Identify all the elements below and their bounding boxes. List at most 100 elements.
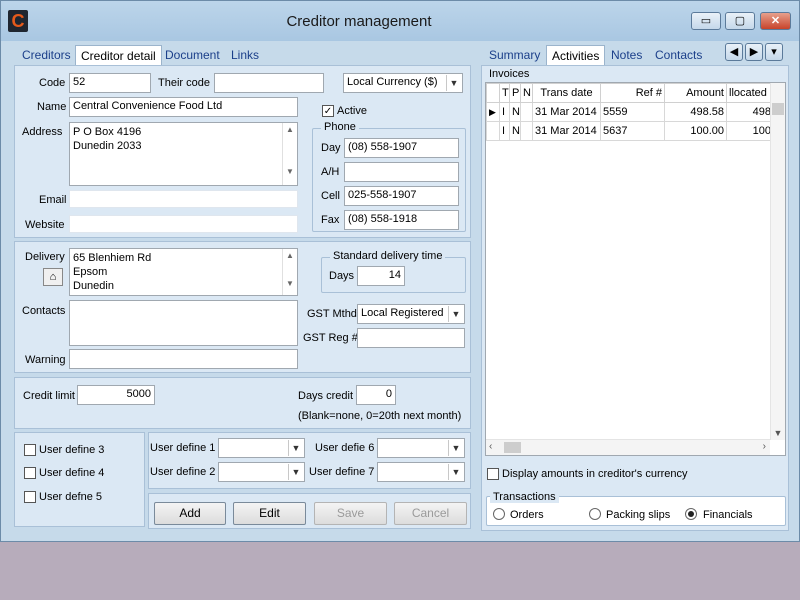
column-header[interactable]: Amount bbox=[664, 83, 727, 103]
vertical-scrollbar[interactable]: ▼ bbox=[770, 83, 785, 440]
orders-radio[interactable] bbox=[493, 508, 505, 520]
user-define-7-select[interactable]: ▼ bbox=[377, 462, 465, 482]
active-label: Active bbox=[337, 105, 367, 117]
table-row[interactable]: ▶ I N 31 Mar 2014 5559 498.58 498 bbox=[486, 102, 774, 122]
tab-contacts[interactable]: Contacts bbox=[650, 45, 707, 65]
active-checkbox[interactable]: ✓ bbox=[322, 105, 334, 117]
display-currency-checkbox[interactable] bbox=[487, 468, 499, 480]
delivery-line: 65 Blenhiem Rd bbox=[73, 252, 152, 264]
tab-notes[interactable]: Notes bbox=[606, 45, 647, 65]
cell: 498.58 bbox=[664, 102, 727, 122]
user-define-1-select[interactable]: ▼ bbox=[218, 438, 305, 458]
financials-radio[interactable] bbox=[685, 508, 697, 520]
cell: I bbox=[499, 121, 510, 141]
column-header[interactable]: P bbox=[509, 83, 521, 103]
column-header[interactable]: N bbox=[520, 83, 533, 103]
chevron-down-icon[interactable]: ▼ bbox=[771, 428, 785, 438]
gst-reg-field[interactable] bbox=[357, 328, 465, 348]
tab-creditors[interactable]: Creditors bbox=[17, 45, 76, 65]
nav-more-button[interactable]: ▾ bbox=[765, 43, 783, 61]
tab-links[interactable]: Links bbox=[226, 45, 264, 65]
user-define-3-label: User define 3 bbox=[39, 444, 105, 456]
transactions-title: Transactions bbox=[490, 491, 559, 503]
nav-next-button[interactable]: ▶ bbox=[745, 43, 763, 61]
horizontal-scrollbar[interactable]: ‹ › bbox=[486, 439, 770, 455]
nav-prev-button[interactable]: ◀ bbox=[725, 43, 743, 61]
contacts-field[interactable] bbox=[69, 300, 298, 346]
user-define-4-checkbox[interactable] bbox=[24, 467, 36, 479]
credit-limit-label: Credit limit bbox=[23, 390, 75, 402]
website-field[interactable] bbox=[69, 215, 298, 233]
day-phone-field[interactable]: (08) 558-1907 bbox=[344, 138, 459, 158]
delivery-days-field[interactable]: 14 bbox=[357, 266, 405, 286]
tab-summary[interactable]: Summary bbox=[484, 45, 545, 65]
chevron-down-icon: ▼ bbox=[446, 75, 461, 91]
tab-creditor-detail[interactable]: Creditor detail bbox=[75, 45, 162, 65]
delivery-scrollbar[interactable]: ▲ ▼ bbox=[282, 249, 297, 295]
tab-activities[interactable]: Activities bbox=[546, 45, 606, 65]
chevron-left-icon[interactable]: ‹ bbox=[489, 441, 492, 452]
save-button[interactable]: Save bbox=[314, 502, 387, 525]
cell: N bbox=[509, 121, 521, 141]
address-scrollbar[interactable]: ▲ ▼ bbox=[282, 123, 297, 185]
arrow-left-icon: ◀ bbox=[729, 46, 739, 58]
user-define-7-label: User define 7 bbox=[309, 466, 375, 478]
add-button[interactable]: Add bbox=[154, 502, 226, 525]
email-field[interactable] bbox=[69, 190, 298, 208]
gst-mthd-label: GST Mthd bbox=[307, 308, 357, 320]
address-field[interactable]: P O Box 4196 Dunedin 2033 ▲ ▼ bbox=[69, 122, 298, 186]
title-bar: C Creditor management ▭ ▢ ✕ bbox=[1, 1, 799, 41]
close-button[interactable]: ✕ bbox=[760, 12, 791, 30]
table-row[interactable]: I N 31 Mar 2014 5637 100.00 100 bbox=[486, 121, 774, 141]
address-label: Address bbox=[22, 126, 63, 138]
minimize-button[interactable]: ▭ bbox=[691, 12, 721, 30]
packing-slips-label: Packing slips bbox=[606, 509, 671, 521]
fax-field[interactable]: (08) 558-1918 bbox=[344, 210, 459, 230]
days-credit-field[interactable]: 0 bbox=[356, 385, 396, 405]
cell: 31 Mar 2014 bbox=[532, 102, 601, 122]
map-icon[interactable]: ⌂ bbox=[43, 268, 63, 286]
edit-button[interactable]: Edit bbox=[233, 502, 306, 525]
scrollbar-thumb[interactable] bbox=[504, 442, 521, 453]
credit-limit-field[interactable]: 5000 bbox=[77, 385, 155, 405]
tab-document[interactable]: Document bbox=[160, 45, 225, 65]
row-selector bbox=[486, 121, 500, 141]
column-header[interactable]: Trans date bbox=[532, 83, 601, 103]
column-header[interactable]: T bbox=[499, 83, 510, 103]
days-credit-label: Days credit bbox=[298, 390, 354, 402]
ah-phone-field[interactable] bbox=[344, 162, 459, 182]
cancel-button[interactable]: Cancel bbox=[394, 502, 467, 525]
details-panel: Code 52 Their code Local Currency ($) ▼ N… bbox=[14, 65, 471, 238]
column-header[interactable]: llocated bbox=[726, 83, 774, 103]
packing-slips-radio[interactable] bbox=[589, 508, 601, 520]
warning-field[interactable] bbox=[69, 349, 298, 369]
user-define-5-checkbox[interactable] bbox=[24, 491, 36, 503]
day-label: Day bbox=[321, 142, 341, 154]
chevron-right-icon[interactable]: › bbox=[763, 441, 766, 452]
orders-label: Orders bbox=[510, 509, 544, 521]
their-code-field[interactable] bbox=[214, 73, 324, 93]
gst-method-select[interactable]: Local Registered ▼ bbox=[357, 304, 465, 324]
cell: 498 bbox=[726, 102, 774, 122]
delivery-line: Epsom bbox=[73, 266, 108, 278]
action-buttons-panel: Add Edit Save Cancel bbox=[148, 493, 471, 529]
user-define-3-checkbox[interactable] bbox=[24, 444, 36, 456]
cell-phone-field[interactable]: 025-558-1907 bbox=[344, 186, 459, 206]
user-define-1-label: User define 1 bbox=[150, 442, 216, 454]
cell: 31 Mar 2014 bbox=[532, 121, 601, 141]
std-delivery-title: Standard delivery time bbox=[330, 250, 446, 262]
column-header[interactable]: Ref # bbox=[600, 83, 665, 103]
user-define-6-select[interactable]: ▼ bbox=[377, 438, 465, 458]
delivery-panel: Delivery ⌂ 65 Blenhiem Rd Epsom Dunedin … bbox=[14, 241, 471, 373]
email-label: Email bbox=[39, 194, 67, 206]
delivery-address-field[interactable]: 65 Blenhiem Rd Epsom Dunedin ▲ ▼ bbox=[69, 248, 298, 296]
chevron-down-icon: ▼ bbox=[448, 440, 463, 456]
name-field[interactable]: Central Convenience Food Ltd bbox=[69, 97, 298, 117]
maximize-button[interactable]: ▢ bbox=[725, 12, 755, 30]
currency-select[interactable]: Local Currency ($) ▼ bbox=[343, 73, 463, 93]
user-define-2-select[interactable]: ▼ bbox=[218, 462, 305, 482]
code-field[interactable]: 52 bbox=[69, 73, 151, 93]
ah-label: A/H bbox=[321, 166, 340, 178]
maximize-icon: ▢ bbox=[734, 15, 746, 27]
scrollbar-thumb[interactable] bbox=[772, 103, 784, 115]
